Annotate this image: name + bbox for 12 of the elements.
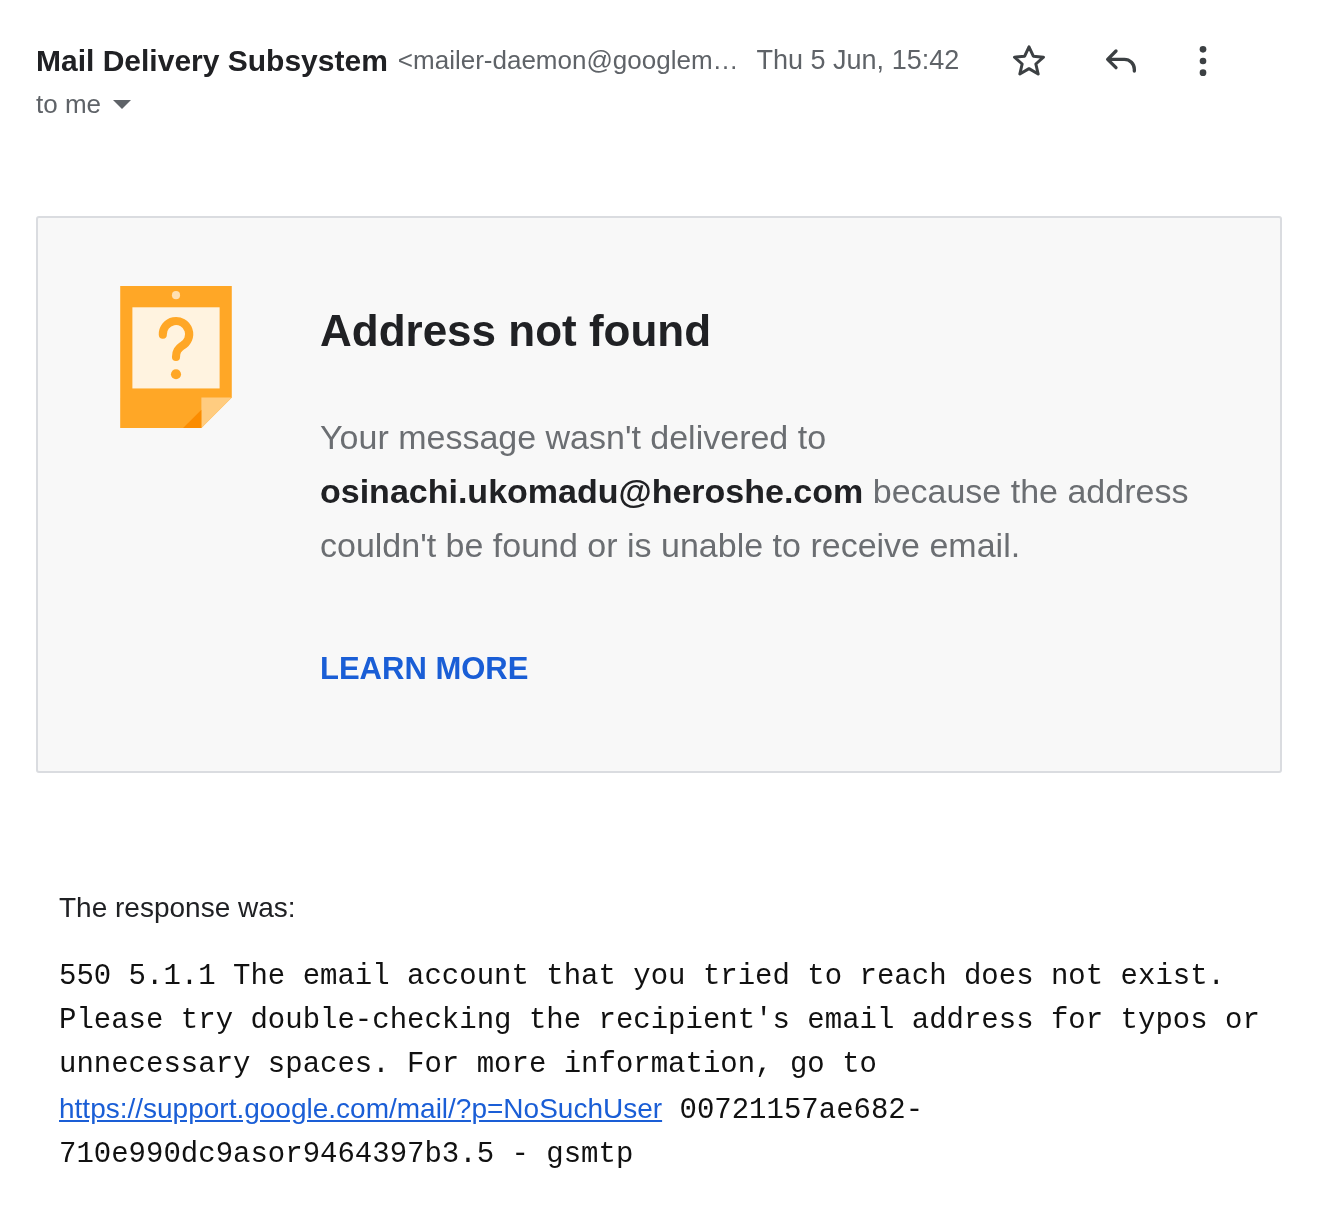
caret-icon (113, 100, 132, 109)
date: Thu 5 Jun, 15:42 (756, 44, 960, 78)
card-title: Address not found (320, 305, 713, 357)
recipient-dropdown[interactable]: to me (36, 85, 132, 124)
response-label: The response was: (59, 891, 297, 925)
learn-more-link[interactable]: LEARN MORE (320, 646, 529, 693)
sender-name: Mail Delivery Subsystem (36, 43, 388, 79)
question-note-icon (120, 286, 232, 428)
support-link[interactable]: https://support.google.com/mail/?p=NoSuchUser (59, 1093, 663, 1124)
card-message: Your message wasn't delivered to osinachi.ukomadu@heroshe.com because the address couldn't be found or is unable to receive email. (320, 417, 1190, 566)
response-text: 550 5.1.1 The email account that you tried to reach does not exist. Please try double-checking the recipient's email address for typos or unnecessary spaces. For more information, go to https://support.google.com/mail/?p=NoSuchUser 00721157ae682-710e990dc9asor9464397b3.5 - gsmtp (59, 959, 1261, 1173)
sender-address: <mailer-daemon@googlem… (397, 44, 739, 77)
